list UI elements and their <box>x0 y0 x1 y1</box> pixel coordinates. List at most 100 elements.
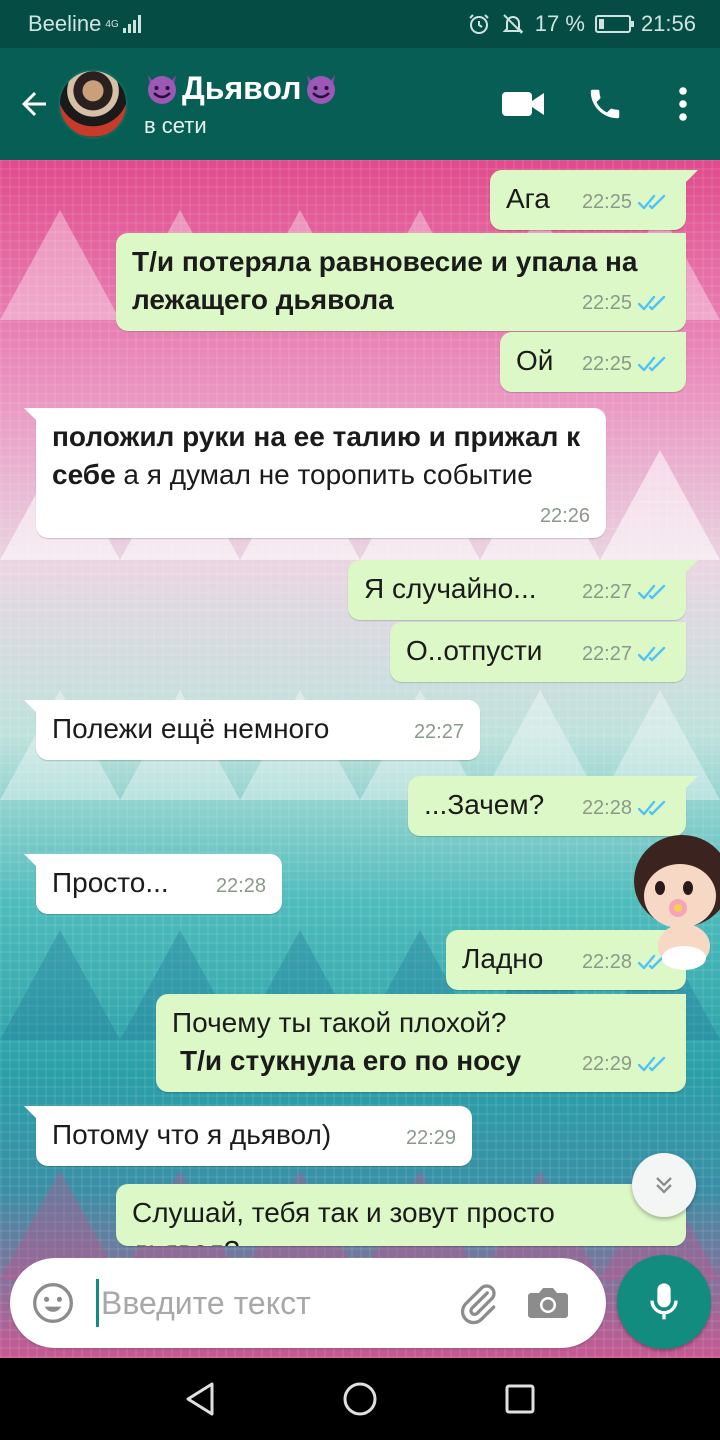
message-meta: 22:28 <box>582 798 670 818</box>
contact-avatar[interactable] <box>58 69 128 139</box>
smiling-devil-icon <box>307 75 336 104</box>
outgoing-message[interactable]: О..отпусти 22:27 <box>390 622 686 682</box>
chat-header: Дьявол в сети <box>0 48 720 160</box>
scroll-to-bottom-button[interactable] <box>632 1153 696 1217</box>
action-text: Т/и стукнула его по носу <box>180 1045 522 1076</box>
signal-icon <box>122 15 141 33</box>
outgoing-message[interactable]: Я случайно... 22:27 <box>348 560 698 620</box>
outgoing-message[interactable]: Слушай, тебя так и зовут просто дьявол? <box>116 1184 686 1246</box>
incoming-message[interactable]: положил руки на ее талию и прижал к себе… <box>24 408 606 538</box>
message-text: ...Зачем? <box>424 789 544 820</box>
clock: 21:56 <box>640 11 696 36</box>
circle-home-icon <box>343 1382 377 1416</box>
carrier-name: Beeline <box>28 11 102 36</box>
header-actions <box>482 48 720 160</box>
message-text-part: Ладно <box>462 943 544 974</box>
battery-icon <box>594 15 634 33</box>
message-time: 22:26 <box>539 505 590 527</box>
message-time: 22:27 <box>581 581 632 603</box>
microphone-icon <box>650 1283 678 1320</box>
phone-icon <box>590 89 620 119</box>
outgoing-message[interactable]: Ой 22:25 <box>500 332 686 392</box>
message-text-part: Полежи ещё немного <box>52 713 330 744</box>
message-meta: 22:25 <box>582 192 670 212</box>
paperclip-icon <box>460 1284 496 1325</box>
system-navigation-bar <box>0 1358 720 1440</box>
message-text-part: Ой <box>516 345 554 376</box>
alarm-icon <box>469 14 489 34</box>
nav-home-button[interactable] <box>320 1358 400 1440</box>
chevrons-down-icon <box>656 1177 672 1194</box>
message-text-part: Я случайно... <box>364 573 537 604</box>
voice-record-button[interactable] <box>617 1255 711 1349</box>
double-check-icon <box>638 800 666 816</box>
video-call-button[interactable] <box>482 48 564 160</box>
battery-percent: 17 % <box>534 11 585 36</box>
message-time: 22:29 <box>581 1053 632 1075</box>
message-text: положил руки на ее талию и прижал к себе… <box>52 421 580 490</box>
message-text: Т/и потеряла равновесие и упала на лежащ… <box>132 246 637 315</box>
incoming-message[interactable]: Просто... 22:28 <box>24 854 282 914</box>
double-check-icon <box>638 1056 666 1072</box>
nav-back-button[interactable] <box>160 1358 240 1440</box>
mute-icon <box>502 14 524 34</box>
outgoing-message[interactable]: Почему ты такой плохой? Т/и стукнула его … <box>156 994 686 1092</box>
action-text: Т/и потеряла равновесие и упала на лежащ… <box>132 246 638 315</box>
message-text-part: Слушай, тебя так и зовут просто дьявол? <box>132 1197 555 1246</box>
message-input[interactable] <box>96 1279 436 1327</box>
message-time: 22:27 <box>581 643 632 665</box>
contact-status: в сети <box>144 112 207 138</box>
contact-name-row: Дьявол <box>144 70 339 107</box>
message-text-part: О..отпусти <box>406 635 543 666</box>
double-check-icon <box>638 295 666 311</box>
message-meta: 22:27 <box>414 722 464 742</box>
double-check-icon <box>638 356 666 372</box>
message-text: Полежи ещё немного <box>52 713 329 744</box>
message-time: 22:25 <box>581 353 632 375</box>
message-text-part: Почему ты такой плохой? <box>172 1007 507 1038</box>
smiley-icon <box>33 1283 73 1323</box>
message-text: Слушай, тебя так и зовут просто дьявол? <box>132 1197 555 1246</box>
double-check-icon <box>638 584 666 600</box>
double-check-icon <box>638 646 666 662</box>
message-text-part: ...Зачем? <box>424 789 545 820</box>
nav-recents-button[interactable] <box>480 1358 560 1440</box>
message-meta: 22:25 <box>582 293 670 313</box>
message-text-part: Потому что я дьявол) <box>52 1119 332 1150</box>
camera-icon <box>528 1288 568 1318</box>
message-text-part: Ага <box>506 183 550 214</box>
contact-info[interactable]: Дьявол в сети <box>144 70 339 139</box>
outgoing-message[interactable]: Т/и потеряла равновесие и упала на лежащ… <box>116 233 686 331</box>
message-text: Ой <box>516 345 553 376</box>
message-time: 22:28 <box>215 875 266 897</box>
attach-button[interactable] <box>448 1258 510 1348</box>
smiling-devil-icon <box>148 75 176 104</box>
message-time: 22:27 <box>413 721 464 743</box>
voice-call-button[interactable] <box>564 48 646 160</box>
triangle-back-icon <box>186 1382 214 1416</box>
network-type: 4G <box>105 18 119 30</box>
message-text: Я случайно... <box>364 573 537 604</box>
chat-area[interactable]: Ага 22:25 Т/и потеряла равновесие и упала … <box>0 160 720 1358</box>
message-meta: 22:29 <box>406 1128 456 1148</box>
message-text: Потому что я дьявол) <box>52 1119 331 1150</box>
message-time: 22:25 <box>581 191 632 213</box>
back-button[interactable] <box>4 48 64 160</box>
message-text: Просто... <box>52 867 169 898</box>
outgoing-message[interactable]: Ага 22:25 <box>490 170 698 230</box>
message-time: 22:25 <box>581 292 632 314</box>
message-composer <box>10 1258 606 1348</box>
more-options-button[interactable] <box>646 48 720 160</box>
arrow-back-icon <box>22 92 46 116</box>
camera-button[interactable] <box>510 1258 586 1348</box>
incoming-message[interactable]: Полежи ещё немного 22:27 <box>24 700 480 760</box>
square-recents-icon <box>505 1384 535 1414</box>
message-meta: 22:27 <box>582 582 670 602</box>
status-bar: Beeline 4G 17 % 21:56 <box>0 0 720 48</box>
baby-boy-sticker <box>634 835 720 970</box>
message-meta: 22:28 <box>216 876 266 896</box>
emoji-button[interactable] <box>10 1258 96 1348</box>
incoming-message[interactable]: Потому что я дьявол) 22:29 <box>24 1106 472 1166</box>
message-text-part: а я думал не торопить событие <box>115 459 533 490</box>
double-check-icon <box>653 1245 665 1246</box>
